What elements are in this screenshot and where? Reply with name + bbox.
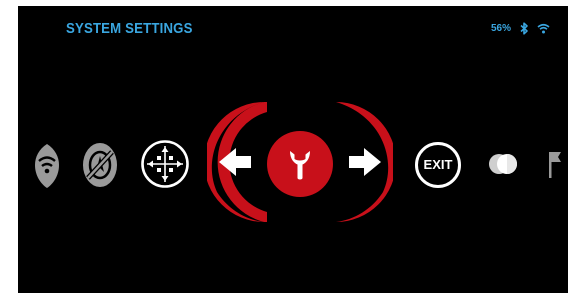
contrast-icon[interactable]: [489, 150, 517, 178]
device-screen: SYSTEM SETTINGS 56% EXIT: [18, 6, 568, 293]
flag-icon[interactable]: [549, 150, 563, 180]
exit-icon[interactable]: EXIT: [414, 141, 462, 189]
settings-wrench-icon[interactable]: [266, 130, 334, 198]
no-compass-icon[interactable]: [82, 142, 118, 188]
exit-label: EXIT: [423, 157, 453, 172]
previous-arrow-icon[interactable]: [204, 102, 267, 222]
next-arrow-icon[interactable]: [333, 102, 396, 222]
reticle-adjust-icon[interactable]: [140, 139, 190, 189]
settings-carousel: EXIT: [18, 6, 568, 293]
wifi-badge-icon[interactable]: [34, 143, 60, 189]
